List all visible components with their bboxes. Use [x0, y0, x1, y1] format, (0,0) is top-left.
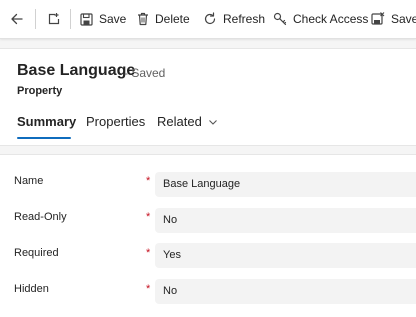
required-marker: *: [146, 175, 151, 187]
check-access-button[interactable]: Check Access: [273, 0, 368, 38]
required-marker: *: [146, 247, 151, 259]
field-label-required: Required: [14, 247, 59, 259]
tab-properties[interactable]: Properties: [86, 114, 145, 129]
command-bar: Save Delete Refresh Check Access Save &: [0, 0, 416, 39]
open-in-new-window-icon: [48, 13, 60, 25]
delete-button[interactable]: Delete: [137, 0, 190, 38]
field-label-read-only: Read-Only: [14, 211, 67, 223]
active-tab-indicator: [17, 137, 71, 139]
toolbar-divider: [35, 9, 36, 29]
trash-icon: [138, 12, 148, 26]
key-icon: [273, 12, 287, 26]
save-disk-icon: [80, 12, 93, 26]
save-close-icon: [371, 12, 385, 25]
refresh-label: Refresh: [223, 12, 266, 26]
record-title: Base Language: [17, 62, 136, 79]
refresh-button[interactable]: Refresh: [203, 0, 265, 38]
field-label-hidden: Hidden: [14, 283, 49, 295]
toolbar-divider: [70, 9, 71, 29]
save-and-close-button[interactable]: Save &: [371, 0, 416, 38]
tab-related-label: Related: [157, 114, 202, 129]
open-new-window-button[interactable]: [47, 0, 61, 38]
hidden-field[interactable]: No: [155, 279, 416, 304]
tab-summary[interactable]: Summary: [17, 114, 76, 129]
read-only-field[interactable]: No: [155, 208, 416, 233]
required-marker: *: [146, 211, 151, 223]
field-label-name: Name: [14, 175, 44, 187]
save-button[interactable]: Save: [80, 0, 126, 38]
delete-label: Delete: [155, 12, 190, 26]
save-label: Save: [99, 12, 127, 26]
chevron-down-icon: [208, 119, 217, 125]
entity-type: Property: [17, 85, 63, 97]
tab-related[interactable]: Related: [157, 114, 219, 129]
record-header: Base Language - Saved Property Summary P…: [0, 48, 416, 146]
save-and-close-label: Save &: [391, 12, 416, 26]
summary-form: Name * Base Language Read-Only * No Requ…: [0, 154, 416, 317]
check-access-label: Check Access: [293, 12, 369, 26]
name-field[interactable]: Base Language: [155, 172, 416, 197]
arrow-left-icon: [11, 13, 23, 25]
save-status: - Saved: [124, 66, 166, 80]
refresh-icon: [204, 12, 216, 25]
back-button[interactable]: [10, 0, 24, 38]
required-marker: *: [146, 283, 151, 295]
required-field[interactable]: Yes: [155, 243, 416, 268]
